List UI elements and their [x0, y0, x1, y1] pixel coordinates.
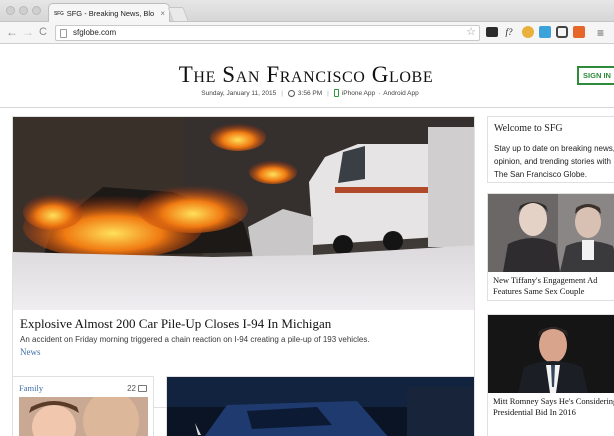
side-story-card[interactable]: New Tiffany's Engagement Ad Features Sam…: [487, 193, 614, 301]
side-story-image[interactable]: [488, 194, 614, 272]
welcome-box: Welcome to SFG Stay up to date on breaki…: [487, 116, 614, 183]
menu-icon[interactable]: ≡: [597, 26, 604, 40]
tab-close-icon[interactable]: ×: [160, 9, 165, 18]
separator: |: [327, 89, 329, 97]
address-text[interactable]: sfglobe.com: [73, 28, 116, 37]
browser-title-bar: SFG SFG - Breaking News, Blo ×: [0, 0, 614, 23]
web-page: The San Francisco Globe Sunday, January …: [0, 45, 614, 436]
family-story-card[interactable]: Family 22: [12, 376, 154, 436]
current-time: 3:56 PM: [297, 89, 323, 97]
new-tab-button[interactable]: [167, 7, 189, 21]
pocket-extension-icon[interactable]: [556, 26, 568, 38]
formula-extension-icon[interactable]: f?: [503, 26, 515, 38]
page-icon: [60, 29, 67, 38]
comment-count[interactable]: 22: [127, 384, 147, 393]
forward-icon[interactable]: →: [22, 25, 34, 39]
comment-count-value: 22: [127, 384, 136, 393]
hero-story-image[interactable]: [13, 117, 474, 310]
back-icon[interactable]: ←: [6, 25, 18, 39]
close-window-button[interactable]: [6, 6, 15, 15]
side-story-card[interactable]: Mitt Romney Says He's Considering A Pres…: [487, 314, 614, 436]
header-meta: Sunday, January 11, 2015 | 3:56 PM | iPh…: [190, 89, 430, 97]
night-car-photo: [167, 377, 474, 436]
tab-favicon: SFG: [54, 10, 64, 17]
story-card[interactable]: [166, 376, 475, 436]
reload-icon[interactable]: C: [39, 25, 47, 39]
baby-photo: [19, 397, 148, 436]
dot-separator: ·: [378, 89, 381, 97]
browser-toolbar: ← → C sfglobe.com ☆ f? ≡: [0, 22, 614, 44]
site-logo[interactable]: The San Francisco Globe: [0, 62, 614, 88]
sign-in-button[interactable]: SIGN IN: [577, 66, 614, 85]
zoom-window-button[interactable]: [32, 6, 41, 15]
welcome-title: Welcome to SFG: [494, 123, 563, 134]
android-app-link[interactable]: Android App: [383, 90, 418, 97]
address-bar[interactable]: sfglobe.com ☆: [55, 25, 480, 41]
current-date: Sunday, January 11, 2015: [201, 89, 277, 97]
tab-title: SFG - Breaking News, Blo: [66, 9, 155, 18]
clock-icon: [287, 89, 295, 97]
buffer-extension-icon[interactable]: [486, 27, 498, 37]
hero-story-card[interactable]: Explosive Almost 200 Car Pile-Up Closes …: [12, 116, 475, 408]
phone-icon: [333, 89, 339, 97]
mitt-romney-photo: [488, 315, 614, 393]
story-image[interactable]: [167, 377, 474, 436]
side-story-headline[interactable]: New Tiffany's Engagement Ad Features Sam…: [493, 275, 614, 297]
hero-category-link[interactable]: News: [20, 347, 41, 357]
engagement-ad-photo: [488, 194, 614, 272]
welcome-text: Stay up to date on breaking news, opinio…: [494, 144, 614, 179]
bookmark-star-icon[interactable]: ☆: [466, 25, 476, 38]
iphone-app-link[interactable]: iPhone App: [342, 90, 375, 97]
family-story-image[interactable]: [19, 397, 148, 436]
crash-fire-photo: [13, 117, 474, 310]
hero-summary: An accident on Friday morning triggered …: [20, 335, 370, 344]
site-header: The San Francisco Globe Sunday, January …: [0, 45, 614, 108]
side-story-image[interactable]: [488, 315, 614, 393]
hola-extension-icon[interactable]: [573, 26, 585, 38]
comment-bubble-icon: [138, 385, 147, 392]
cookie-extension-icon[interactable]: [522, 26, 534, 38]
browser-tab[interactable]: SFG SFG - Breaking News, Blo ×: [48, 3, 170, 23]
family-category-link[interactable]: Family: [19, 383, 43, 393]
side-story-headline[interactable]: Mitt Romney Says He's Considering A Pres…: [493, 396, 614, 418]
puzzle-extension-icon[interactable]: [539, 26, 551, 38]
hero-headline[interactable]: Explosive Almost 200 Car Pile-Up Closes …: [20, 316, 331, 332]
separator: |: [281, 89, 283, 97]
minimize-window-button[interactable]: [19, 6, 28, 15]
